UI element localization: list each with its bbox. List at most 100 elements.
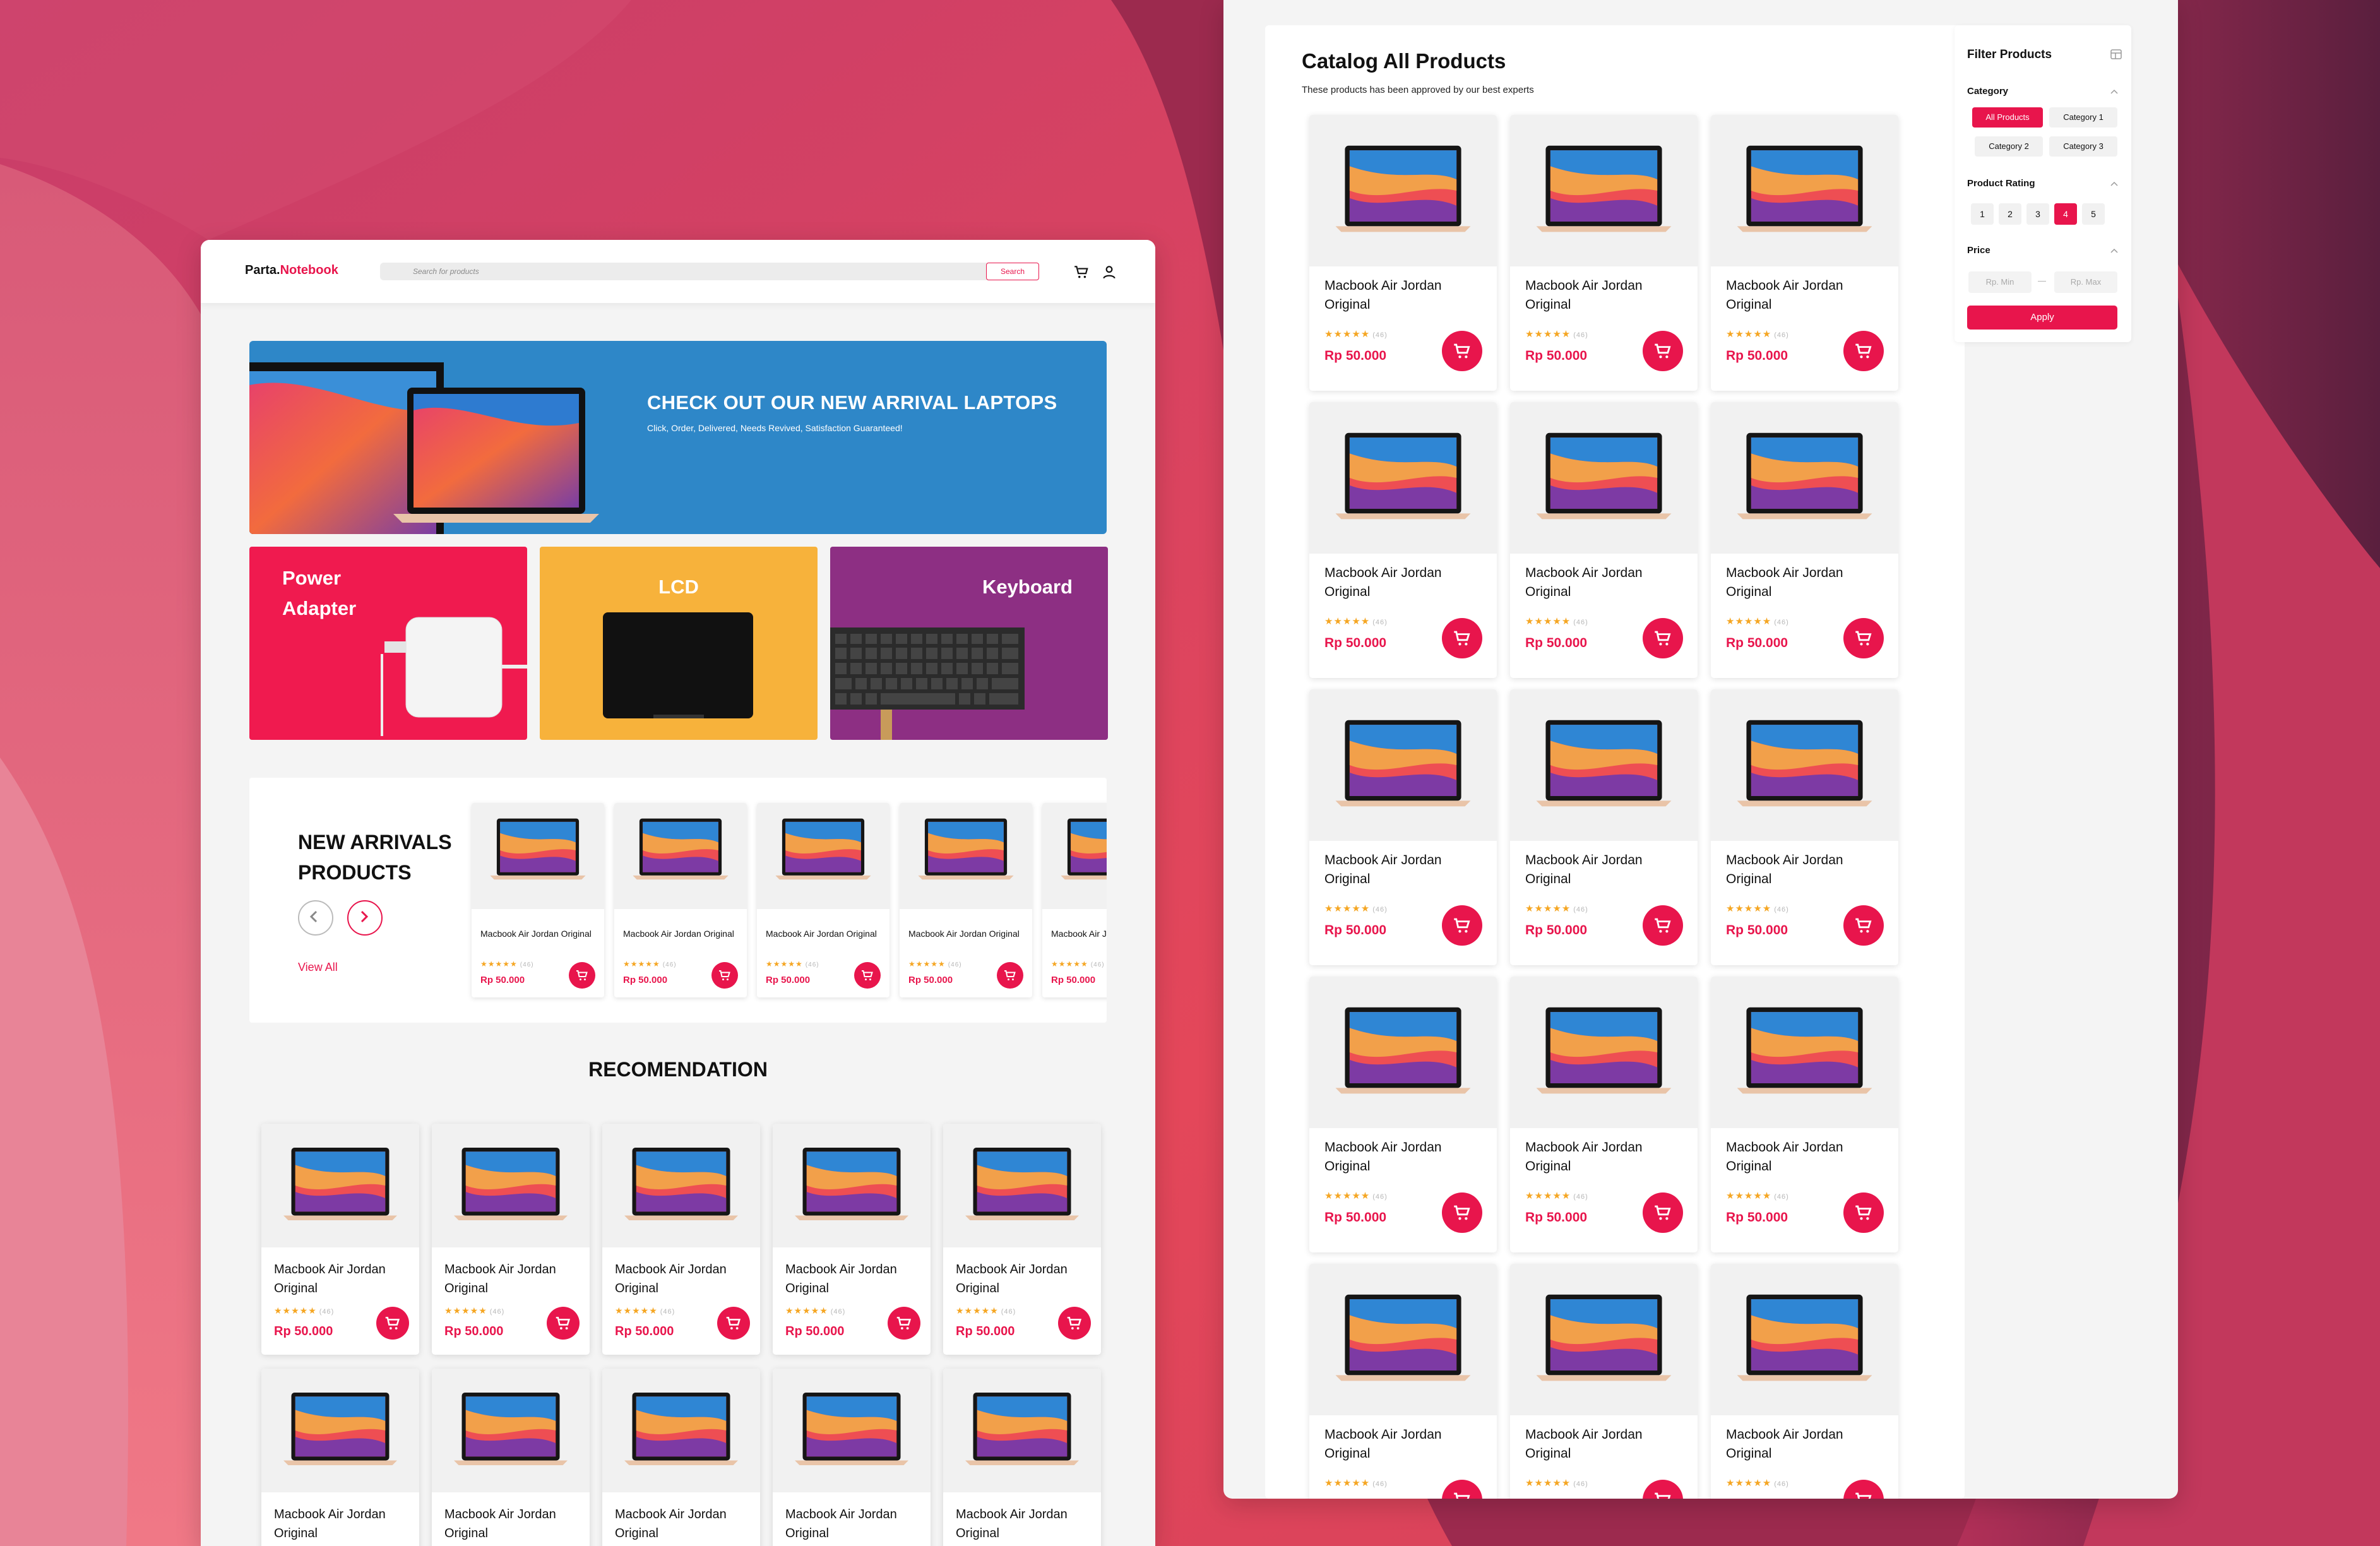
catalog-product-card[interactable]: Macbook Air Jordan Original ★★★★★(46) Rp 5… <box>1309 1264 1497 1499</box>
product-card[interactable]: Macbook Air Jordan Original <box>602 1369 760 1546</box>
rating-chip-2[interactable]: 2 <box>1999 203 2021 225</box>
category-chip-3[interactable]: Category 3 <box>2049 136 2117 157</box>
filter-settings-icon[interactable] <box>2110 48 2122 61</box>
category-keyboard[interactable]: Keyboard <box>830 547 1108 740</box>
catalog-product-card[interactable]: Macbook Air Jordan Original ★★★★★(46) Rp 5… <box>1510 1264 1698 1499</box>
catalog-product-card[interactable]: Macbook Air Jordan Original ★★★★★(46) Rp 5… <box>1309 977 1497 1252</box>
add-to-cart-button[interactable] <box>1442 1480 1482 1499</box>
product-name: Macbook Air Jordan Original <box>766 929 877 939</box>
add-to-cart-button[interactable] <box>997 962 1023 989</box>
catalog-product-card[interactable]: Macbook Air Jordan Original ★★★★★(46) Rp 5… <box>1510 115 1698 391</box>
add-to-cart-button[interactable] <box>1843 618 1884 658</box>
product-card[interactable]: Macbook Air Jordan Original ★★★★★(46) Rp 5… <box>432 1124 590 1355</box>
chevron-up-icon[interactable] <box>2110 87 2119 96</box>
catalog-product-card[interactable]: Macbook Air Jordan Original ★★★★★(46) Rp 5… <box>1711 402 1898 678</box>
add-to-cart-button[interactable] <box>547 1307 580 1340</box>
product-card[interactable]: Macbook Air Jordan Original <box>432 1369 590 1546</box>
product-name: Macbook Air Jordan Original <box>1525 1427 1643 1461</box>
catalog-product-card[interactable]: Macbook Air Jordan Original ★★★★★(46) Rp 5… <box>1711 689 1898 965</box>
product-price: Rp 50.000 <box>908 975 953 985</box>
carousel-next-button[interactable] <box>347 900 383 936</box>
product-card[interactable]: Macbook Air Jordan Original ★★★★★(46) Rp 5… <box>472 803 604 997</box>
category-power-adapter[interactable]: Power Adapter <box>249 547 527 740</box>
chevron-up-icon[interactable] <box>2110 246 2119 255</box>
category-lcd[interactable]: LCD <box>540 547 818 740</box>
hero-banner[interactable]: CHECK OUT OUR NEW ARRIVAL LAPTOPS Click,… <box>249 341 1107 534</box>
price-max-input[interactable]: Rp. Max <box>2054 271 2117 293</box>
rating-count: (46) <box>1573 331 1588 339</box>
product-price: Rp 50.000 <box>766 975 811 985</box>
catalog-product-card[interactable]: Macbook Air Jordan Original ★★★★★(46) Rp 5… <box>1510 689 1698 965</box>
add-to-cart-button[interactable] <box>854 962 881 989</box>
catalog-product-card[interactable]: Macbook Air Jordan Original ★★★★★(46) Rp 5… <box>1711 1264 1898 1499</box>
search-button[interactable]: Search <box>986 263 1039 280</box>
carousel-prev-button[interactable] <box>298 900 333 936</box>
logo[interactable]: Parta.Notebook <box>245 263 338 278</box>
user-icon[interactable] <box>1101 264 1117 280</box>
add-to-cart-button[interactable] <box>711 962 738 989</box>
rating-chip-4[interactable]: 4 <box>2054 203 2077 225</box>
add-to-cart-button[interactable] <box>376 1307 409 1340</box>
product-card[interactable]: Macbook Air Jordan Original ★★★★★(46) Rp 5… <box>614 803 747 997</box>
product-name: Macbook Air Jordan Original <box>623 929 734 939</box>
catalog-product-card[interactable]: Macbook Air Jordan Original ★★★★★(46) Rp 5… <box>1711 977 1898 1252</box>
rating-count: (46) <box>1372 1480 1388 1488</box>
catalog-product-card[interactable]: Macbook Air Jordan Original ★★★★★(46) Rp 5… <box>1510 977 1698 1252</box>
add-to-cart-button[interactable] <box>1058 1307 1091 1340</box>
add-to-cart-button[interactable] <box>1442 905 1482 946</box>
price-min-input[interactable]: Rp. Min <box>1968 271 2032 293</box>
add-to-cart-button[interactable] <box>1442 1192 1482 1233</box>
product-card[interactable]: Macbook Air Jordan Original ★★★★★(46) Rp 5… <box>773 1124 931 1355</box>
product-image <box>900 803 1032 909</box>
product-card[interactable]: Macbook Air Jordan Original <box>261 1369 419 1546</box>
category-chip-all[interactable]: All Products <box>1972 107 2043 128</box>
product-card[interactable]: Macbook Air Jordan Original ★★★★★(46) Rp 5… <box>943 1124 1101 1355</box>
laptop-image <box>1335 432 1471 520</box>
add-to-cart-button[interactable] <box>717 1307 750 1340</box>
rating-chip-1[interactable]: 1 <box>1971 203 1994 225</box>
add-to-cart-button[interactable] <box>1643 1192 1683 1233</box>
add-to-cart-button[interactable] <box>1843 331 1884 371</box>
product-name: Macbook Air Jordan Original <box>908 929 1020 939</box>
product-image <box>943 1369 1101 1492</box>
catalog-product-card[interactable]: Macbook Air Jordan Original ★★★★★(46) Rp 5… <box>1309 402 1497 678</box>
chevron-up-icon[interactable] <box>2110 179 2119 188</box>
category-chip-1[interactable]: Category 1 <box>2049 107 2117 128</box>
search-bar[interactable]: Search for products Search <box>380 263 1039 280</box>
catalog-product-card[interactable]: Macbook Air Jordan Original ★★★★★(46) Rp 5… <box>1510 402 1698 678</box>
product-card[interactable]: Macbook Air Jordan Original <box>943 1369 1101 1546</box>
add-to-cart-button[interactable] <box>1843 1480 1884 1499</box>
catalog-product-card[interactable]: Macbook Air Jordan Original ★★★★★(46) Rp 5… <box>1309 115 1497 391</box>
product-card[interactable]: Macbook Air Jordan Original ★★★★★(46) Rp 5… <box>1042 803 1107 997</box>
rating-chip-3[interactable]: 3 <box>2026 203 2049 225</box>
add-to-cart-button[interactable] <box>1643 618 1683 658</box>
category-chip-2[interactable]: Category 2 <box>1975 136 2043 157</box>
product-image <box>614 803 747 909</box>
add-to-cart-button[interactable] <box>1843 1192 1884 1233</box>
add-to-cart-button[interactable] <box>1643 331 1683 371</box>
product-image <box>1309 977 1497 1128</box>
add-to-cart-button[interactable] <box>1843 905 1884 946</box>
product-card[interactable]: Macbook Air Jordan Original ★★★★★(46) Rp 5… <box>900 803 1032 997</box>
product-rating: ★★★★★ (46) <box>1525 1478 1588 1489</box>
product-card[interactable]: Macbook Air Jordan Original ★★★★★(46) Rp 5… <box>261 1124 419 1355</box>
add-to-cart-button[interactable] <box>1442 331 1482 371</box>
product-name: Macbook Air Jordan Original <box>1726 566 1843 599</box>
add-to-cart-button[interactable] <box>1643 1480 1683 1499</box>
rating-chip-5[interactable]: 5 <box>2082 203 2105 225</box>
add-to-cart-button[interactable] <box>1442 618 1482 658</box>
catalog-product-card[interactable]: Macbook Air Jordan Original ★★★★★(46) Rp 5… <box>1711 115 1898 391</box>
add-to-cart-button[interactable] <box>888 1307 920 1340</box>
add-to-cart-button[interactable] <box>1643 905 1683 946</box>
rating-count: (46) <box>1001 1308 1016 1316</box>
product-card[interactable]: Macbook Air Jordan Original ★★★★★(46) Rp 5… <box>602 1124 760 1355</box>
apply-button[interactable]: Apply <box>1967 306 2117 330</box>
catalog-product-card[interactable]: Macbook Air Jordan Original ★★★★★(46) Rp 5… <box>1309 689 1497 965</box>
product-card[interactable]: Macbook Air Jordan Original <box>773 1369 931 1546</box>
view-all-link[interactable]: View All <box>298 961 338 974</box>
add-to-cart-icon <box>1454 631 1470 646</box>
search-input[interactable]: Search for products <box>413 267 479 276</box>
product-card[interactable]: Macbook Air Jordan Original ★★★★★(46) Rp 5… <box>757 803 890 997</box>
cart-icon[interactable] <box>1073 264 1090 280</box>
add-to-cart-button[interactable] <box>569 962 595 989</box>
